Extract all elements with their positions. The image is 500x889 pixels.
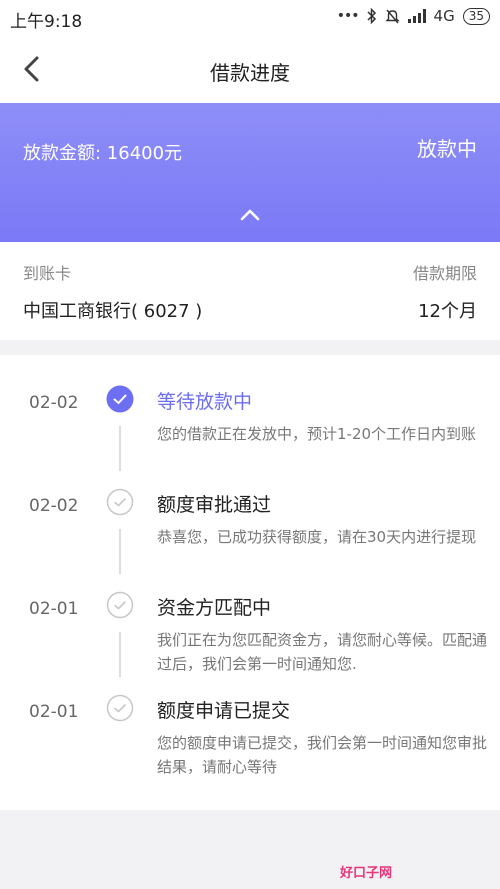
loan-amount: 放款金额: 16400元 [23, 143, 183, 164]
nav-bar: 借款进度 [0, 36, 500, 103]
page-title: 借款进度 [210, 61, 290, 85]
timeline-item: 02-01 额度申请已提交 您的额度申请已提交，我们会第一时间通知您审批结果，请… [0, 674, 500, 776]
timeline-description: 您的额度申请已提交，我们会第一时间通知您审批结果，请耐心等待 [157, 734, 488, 776]
receiving-card-value: 中国工商银行( 6027 ) [23, 301, 203, 322]
check-circle-outline-icon [106, 694, 134, 722]
check-circle-outline-icon [106, 488, 134, 516]
timeline-title: 等待放款中 [157, 391, 253, 413]
timeline-date: 02-01 [29, 702, 79, 722]
timeline-item: 02-02 等待放款中 您的借款正在发放中，预计1-20个工作日内到账 [0, 365, 500, 471]
timeline-date: 02-02 [29, 393, 79, 413]
timeline-title: 额度申请已提交 [157, 700, 291, 722]
status-bar: 上午9:18 ••• 4G 35 [0, 0, 500, 36]
check-circle-filled-icon [106, 385, 134, 413]
timeline-item: 02-01 资金方匹配中 我们正在为您匹配资金方，请您耐心等候。匹配通过后，我们… [0, 571, 500, 677]
timeline-title: 资金方匹配中 [157, 597, 272, 619]
signal-icon [407, 9, 426, 23]
mute-bell-icon [384, 9, 400, 24]
timeline-connector [119, 426, 121, 471]
battery-icon: 35 [462, 7, 490, 25]
timeline-description: 恭喜您，已成功获得额度，请在30天内进行提现 [157, 528, 477, 546]
chevron-up-icon[interactable] [238, 207, 262, 223]
loan-status: 放款中 [417, 137, 477, 161]
watermark-logo: 好口子网 [340, 866, 393, 881]
timeline-connector [119, 632, 121, 677]
timeline-connector [119, 529, 121, 574]
timeline-description: 您的借款正在发放中，预计1-20个工作日内到账 [157, 425, 477, 443]
bluetooth-icon [367, 8, 376, 24]
status-time: 上午9:18 [10, 12, 83, 32]
timeline-description: 我们正在为您匹配资金方，请您耐心等候。匹配通过后，我们会第一时间通知您. [157, 631, 488, 673]
loan-term-value: 12个月 [418, 301, 477, 322]
check-circle-outline-icon [106, 591, 134, 619]
loan-status-banner: 放款金额: 16400元 放款中 [0, 103, 500, 242]
loan-term-label: 借款期限 [412, 264, 477, 283]
receiving-card-label: 到账卡 [23, 264, 72, 283]
timeline-item: 02-02 额度审批通过 恭喜您，已成功获得额度，请在30天内进行提现 [0, 468, 500, 574]
notification-dots: ••• [336, 8, 360, 24]
timeline-date: 02-02 [29, 496, 79, 516]
timeline-date: 02-01 [29, 599, 79, 619]
loan-info-card: 到账卡 借款期限 中国工商银行( 6027 ) 12个月 [0, 242, 500, 340]
network-type: 4G [433, 7, 455, 25]
progress-timeline: 02-02 等待放款中 您的借款正在发放中，预计1-20个工作日内到账 02-0… [0, 355, 500, 810]
timeline-title: 额度审批通过 [157, 494, 272, 516]
status-icons: ••• 4G 35 [337, 7, 490, 25]
